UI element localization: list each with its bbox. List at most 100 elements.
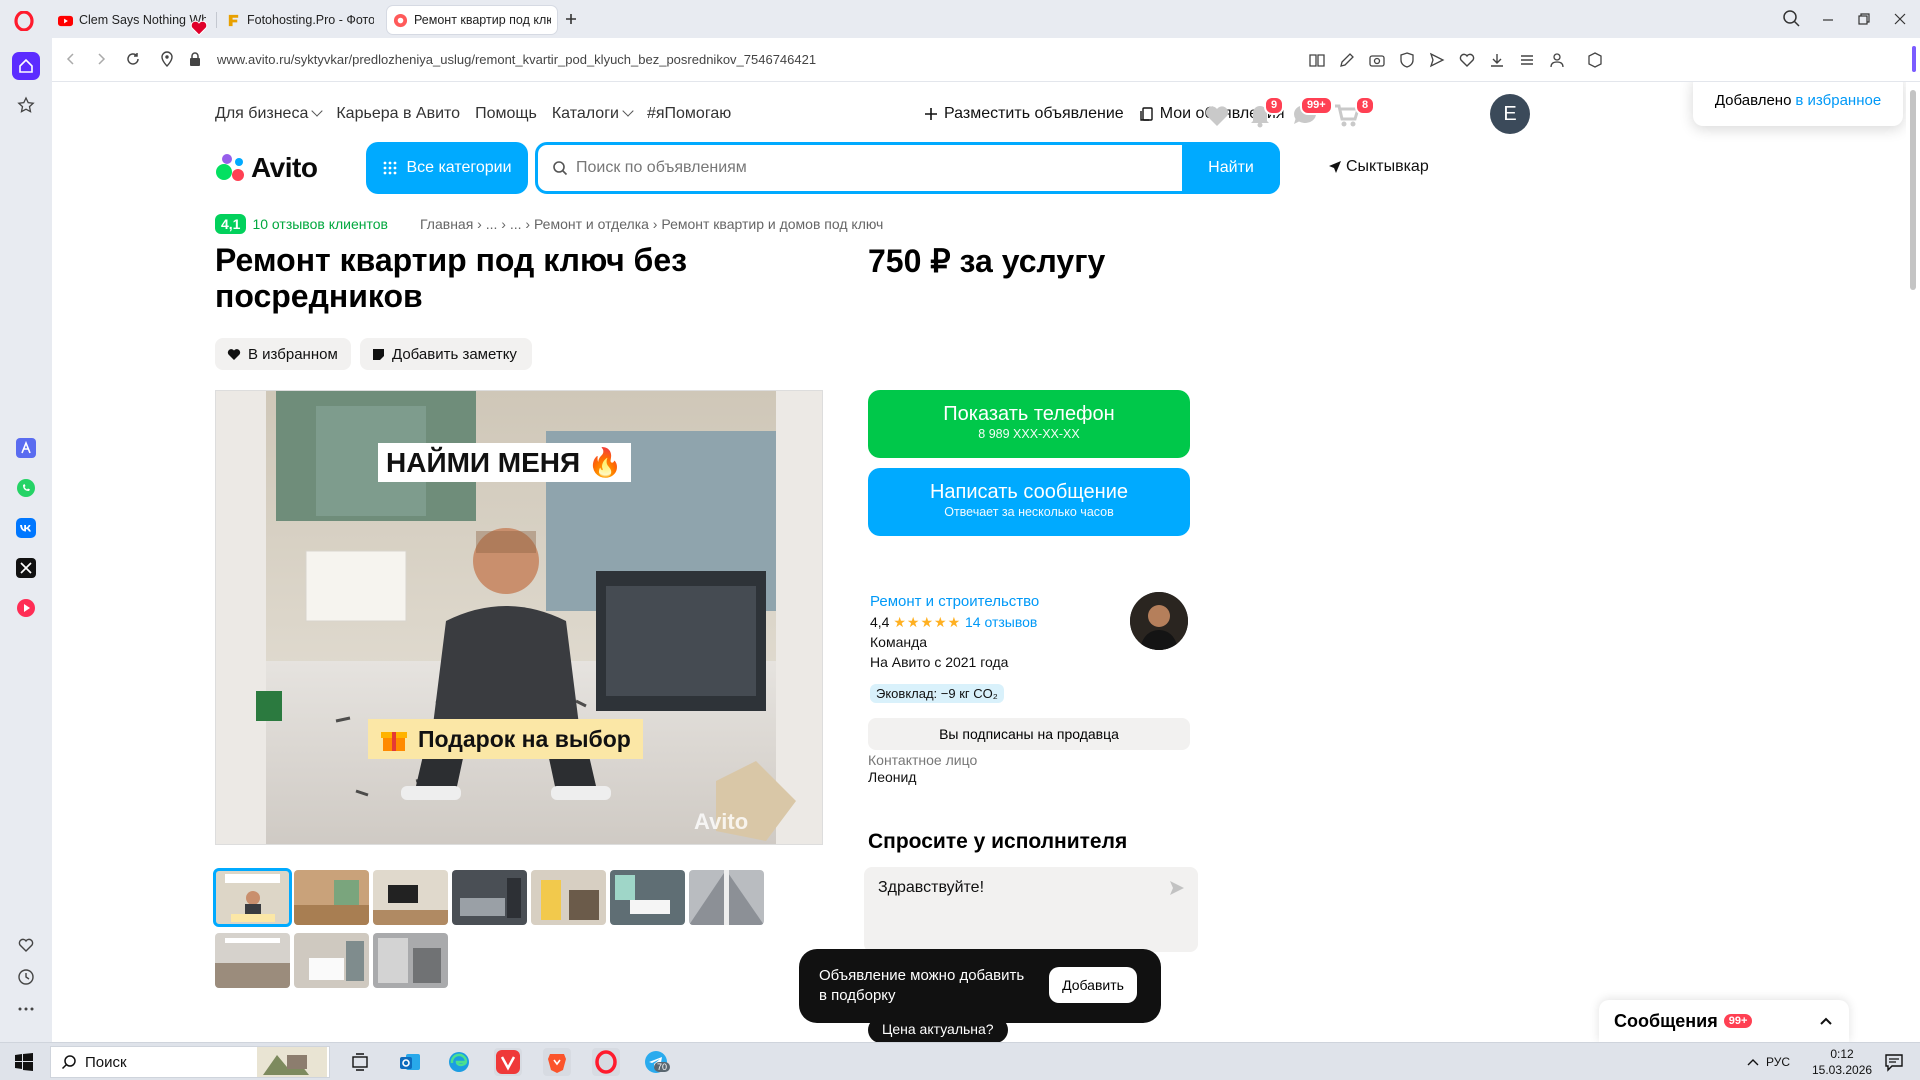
input-language[interactable]: РУС [1766, 1054, 1790, 1070]
link-ya-pomogayu[interactable]: #яПомогаю [647, 105, 731, 123]
favorites-link[interactable]: в избранное [1795, 92, 1881, 109]
thumb-image [294, 933, 369, 988]
breadcrumb[interactable]: Главная › ... › ... › Ремонт и отделка ›… [420, 216, 883, 232]
aria-button[interactable] [12, 434, 40, 462]
search-tabs-icon[interactable] [1781, 8, 1803, 30]
page-scrollbar[interactable] [1906, 82, 1920, 1042]
music-player-button[interactable] [12, 594, 40, 622]
x-button[interactable] [12, 554, 40, 582]
thumbnail[interactable] [610, 870, 685, 925]
reviews-link[interactable]: 10 отзывов клиентов [252, 216, 388, 232]
note-icon [373, 348, 384, 360]
action-center-button[interactable] [1880, 1048, 1908, 1076]
thumbnail[interactable] [294, 933, 369, 988]
start-button[interactable] [10, 1048, 38, 1076]
scrollbar-thumb[interactable] [1910, 90, 1916, 290]
link-help[interactable]: Помощь [475, 105, 537, 123]
favorites-heart-icon[interactable] [1202, 100, 1232, 130]
main-photo[interactable]: НАЙМИ МЕНЯ 🔥 Подарок на выбор Avito [215, 390, 823, 845]
thumbnail[interactable] [689, 870, 764, 925]
thumbnail[interactable] [373, 870, 448, 925]
task-view-button[interactable] [346, 1048, 374, 1076]
thumbnail[interactable] [452, 870, 527, 925]
back-icon[interactable] [62, 50, 80, 68]
clock[interactable]: 0:12 15.03.2026 [1812, 1046, 1872, 1078]
heart-toolbar-icon[interactable] [1458, 51, 1476, 69]
opera-taskbar-button[interactable] [592, 1048, 620, 1076]
download-icon[interactable] [1488, 51, 1506, 69]
toast-add-button[interactable]: Добавить [1049, 967, 1137, 1003]
taskbar-search[interactable]: Поиск [50, 1046, 330, 1078]
messages-widget[interactable]: Сообщения 99+ [1599, 1000, 1849, 1042]
thumbnail[interactable] [294, 870, 369, 925]
brave-button[interactable] [543, 1048, 571, 1076]
minimize-icon[interactable] [1817, 8, 1839, 30]
easy-setup-icon[interactable] [1518, 51, 1536, 69]
subscribed-button[interactable]: Вы подписаны на продавца [868, 718, 1190, 750]
x-twitter-icon [16, 558, 36, 578]
link-career[interactable]: Карьера в Авито [336, 105, 460, 123]
new-tab-plus-icon[interactable] [563, 11, 579, 27]
bookmarks-button[interactable] [12, 91, 40, 119]
camera-icon[interactable] [1368, 51, 1386, 69]
city-selector[interactable]: Сыктывкар [1328, 158, 1429, 176]
shield-icon[interactable] [1398, 51, 1416, 69]
ask-message-field[interactable]: Здравствуйте! [864, 867, 1198, 952]
link-catalogs[interactable]: Каталоги [552, 105, 634, 123]
avito-logo[interactable]: Avito [215, 152, 318, 184]
url-field[interactable]: www.avito.ru/syktyvkar/predlozheniya_usl… [217, 52, 816, 67]
tab-avito[interactable]: Ремонт квартир под клю [387, 6, 557, 34]
in-favorites-button[interactable]: В избранном [215, 338, 351, 370]
chevron-up-icon[interactable] [1818, 1013, 1834, 1029]
home-button[interactable] [12, 52, 40, 80]
tray-chevron-up-icon[interactable] [1746, 1056, 1760, 1068]
vk-button[interactable] [12, 514, 40, 542]
favorites-button[interactable] [12, 931, 40, 959]
thumbnail[interactable] [373, 933, 448, 988]
send-icon[interactable] [1168, 879, 1186, 897]
thumbnail[interactable] [213, 868, 292, 927]
document-icon [1140, 107, 1153, 121]
thumbnail[interactable] [215, 933, 290, 988]
user-avatar[interactable]: E [1490, 94, 1530, 134]
write-message-button[interactable]: Написать сообщение Отвечает за несколько… [868, 468, 1190, 536]
opera-logo-icon[interactable] [14, 11, 34, 31]
link-business[interactable]: Для бизнеса [215, 105, 324, 123]
location-pin-icon[interactable] [158, 50, 176, 68]
all-categories-button[interactable]: Все категории [366, 142, 528, 194]
send-arrow-icon[interactable] [1428, 51, 1446, 69]
more-button[interactable] [12, 995, 40, 1023]
tab-fotohosting[interactable]: Fotohosting.Pro - Фотохо [220, 6, 380, 34]
reload-icon[interactable] [124, 50, 142, 68]
whatsapp-button[interactable] [12, 474, 40, 502]
post-ad-button[interactable]: Разместить объявление [924, 105, 1124, 123]
restore-icon[interactable] [1853, 8, 1875, 30]
extensions-box-icon[interactable] [1586, 51, 1604, 69]
add-note-button[interactable]: Добавить заметку [360, 338, 532, 370]
windows-taskbar: Поиск 70 РУС 0:12 15.03.2026 [0, 1042, 1920, 1080]
seller-name[interactable]: Ремонт и строительство [870, 592, 1039, 612]
vivaldi-button[interactable] [494, 1048, 522, 1076]
seller-avatar[interactable] [1130, 592, 1188, 650]
eco-contribution-badge[interactable]: Эковклад: −9 кг CO₂ [870, 684, 1004, 703]
tab-separator [216, 12, 217, 28]
tab-youtube[interactable]: Clem Says Nothing While [52, 6, 212, 34]
outlook-button[interactable] [396, 1048, 424, 1076]
show-phone-button[interactable]: Показать телефон 8 989 XXX-XX-XX [868, 390, 1190, 458]
reader-mode-icon[interactable] [1308, 51, 1326, 69]
edge-button[interactable] [445, 1048, 473, 1076]
shop-rating[interactable]: 4,1 10 отзывов клиентов [215, 214, 388, 234]
address-bar: www.avito.ru/syktyvkar/predlozheniya_usl… [52, 38, 1920, 82]
search-input[interactable]: Поиск по объявлениям [576, 159, 747, 177]
history-button[interactable] [12, 963, 40, 991]
telegram-button[interactable]: 70 [642, 1048, 671, 1076]
forward-icon[interactable] [92, 50, 110, 68]
profile-icon[interactable] [1548, 51, 1566, 69]
thumbnail[interactable] [531, 870, 606, 925]
search-submit-button[interactable]: Найти [1182, 142, 1280, 194]
seller-reviews-link[interactable]: 14 отзывов [965, 614, 1037, 630]
close-window-icon[interactable] [1889, 8, 1911, 30]
search-bar[interactable]: Поиск по объявлениям Найти [535, 142, 1280, 194]
edit-icon[interactable] [1338, 51, 1356, 69]
lock-icon[interactable] [186, 50, 204, 68]
